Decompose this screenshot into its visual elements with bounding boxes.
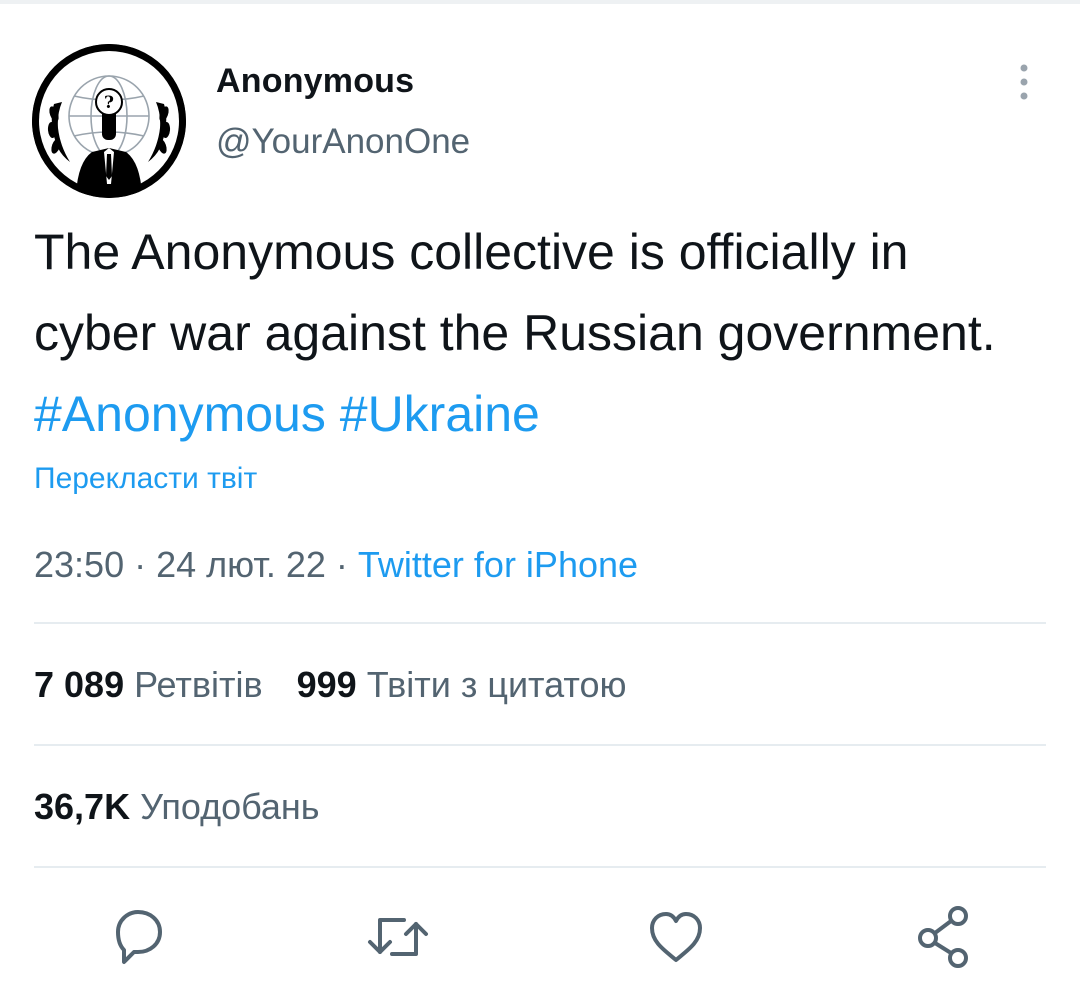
hashtag-anonymous[interactable]: #Anonymous <box>34 386 326 442</box>
likes-stats-row: 36,7K Уподобань <box>34 786 320 828</box>
share-button[interactable] <box>904 898 984 978</box>
top-divider <box>0 0 1080 4</box>
tweet-action-bar <box>0 898 1080 978</box>
more-options-button[interactable] <box>1006 58 1042 106</box>
hashtag-ukraine[interactable]: #Ukraine <box>340 386 540 442</box>
retweet-icon <box>368 918 428 956</box>
retweet-button[interactable] <box>358 898 438 978</box>
tweet-meta: 23:50 · 24 лют. 22 · Twitter for iPhone <box>34 544 638 586</box>
likes-stat[interactable]: 36,7K Уподобань <box>34 786 320 828</box>
retweet-stats-row: 7 089 Ретвітів 999 Твіти з цитатою <box>34 664 626 706</box>
meta-separator: · <box>124 544 157 585</box>
tweet-text-space <box>326 386 340 442</box>
divider <box>34 744 1046 746</box>
tweet-text: The Anonymous collective is officially i… <box>34 212 1044 455</box>
share-icon <box>918 906 968 968</box>
meta-separator: · <box>325 544 358 585</box>
divider <box>34 622 1046 624</box>
more-vertical-icon <box>1020 64 1028 100</box>
retweets-stat[interactable]: 7 089 Ретвітів <box>34 664 263 706</box>
like-button[interactable] <box>636 898 716 978</box>
svg-text:?: ? <box>104 93 114 113</box>
reply-button[interactable] <box>96 898 176 978</box>
tweet-time[interactable]: 23:50 <box>34 544 124 585</box>
quotes-count: 999 <box>296 664 357 705</box>
retweets-label: Ретвітів <box>134 664 263 705</box>
likes-label: Уподобань <box>140 786 320 827</box>
quotes-stat[interactable]: 999 Твіти з цитатою <box>297 664 627 706</box>
author-display-name[interactable]: Anonymous <box>216 62 414 101</box>
divider <box>34 866 1046 868</box>
likes-count: 36,7K <box>34 786 131 827</box>
tweet-date[interactable]: 24 лют. 22 <box>156 544 326 585</box>
reply-icon <box>116 910 162 964</box>
quotes-label: Твіти з цитатою <box>366 664 627 705</box>
tweet-text-body: The Anonymous collective is officially i… <box>34 224 996 361</box>
translate-tweet-link[interactable]: Перекласти твіт <box>34 462 257 496</box>
author-handle[interactable]: @YourAnonOne <box>216 122 470 162</box>
tweet-source-link[interactable]: Twitter for iPhone <box>358 544 638 585</box>
anonymous-mask-icon: ? <box>32 44 186 198</box>
retweets-count: 7 089 <box>34 664 125 705</box>
like-icon <box>650 912 702 962</box>
avatar[interactable]: ? <box>32 44 186 198</box>
